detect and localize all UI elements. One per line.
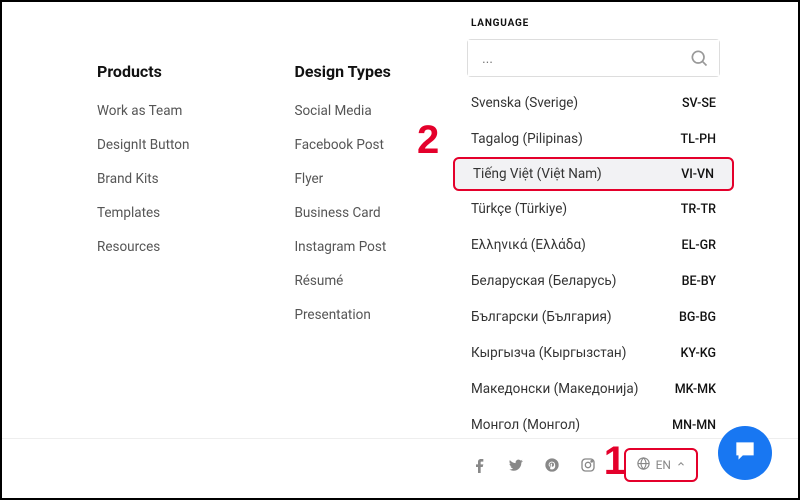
current-language-label: EN [656, 458, 671, 472]
language-code: BE-BY [682, 274, 716, 289]
instagram-icon[interactable] [574, 451, 602, 479]
language-code: MK-MK [675, 382, 716, 397]
language-code: TR-TR [681, 202, 716, 217]
language-option[interactable]: Кыргызча (Кыргызстан) KY-KG [451, 335, 736, 371]
design-types-link[interactable]: Presentation [294, 307, 390, 323]
design-types-link[interactable]: Résumé [294, 273, 390, 289]
search-icon [689, 48, 709, 72]
chat-fab-button[interactable] [718, 426, 772, 480]
language-label: Кыргызча (Кыргызстан) [471, 345, 626, 361]
language-label: Tiếng Việt (Việt Nam) [473, 166, 602, 182]
design-types-heading: Design Types [294, 62, 390, 81]
bottom-bar: EN [2, 438, 798, 490]
language-label: Tagalog (Pilipinas) [471, 131, 583, 147]
language-code: MN-MN [672, 418, 716, 433]
twitter-icon[interactable] [502, 451, 530, 479]
language-option-highlighted[interactable]: Tiếng Việt (Việt Nam) VI-VN [453, 157, 734, 191]
language-label: Македонски (Македонија) [471, 381, 638, 397]
language-option[interactable]: Svenska (Sverige) SV-SE [451, 85, 736, 121]
pinterest-icon[interactable] [538, 451, 566, 479]
products-link[interactable]: DesignIt Button [97, 137, 189, 153]
design-types-link[interactable]: Facebook Post [294, 137, 390, 153]
language-label: Беларуская (Беларусь) [471, 273, 616, 289]
language-label: Türkçe (Türkiye) [471, 201, 567, 217]
language-panel-header: LANGUAGE [451, 14, 736, 39]
language-label: Ελληνικά (Ελλάδα) [471, 237, 586, 253]
language-option[interactable]: Tagalog (Pilipinas) TL-PH [451, 121, 736, 157]
language-code: EL-GR [682, 238, 716, 253]
globe-icon [636, 456, 651, 474]
language-option[interactable]: Türkçe (Türkiye) TR-TR [451, 191, 736, 227]
language-code: SV-SE [682, 96, 716, 111]
language-search[interactable] [467, 39, 720, 77]
products-link[interactable]: Resources [97, 239, 189, 255]
language-label: Svenska (Sverige) [471, 95, 578, 111]
language-option[interactable]: Македонски (Македонија) MK-MK [451, 371, 736, 407]
products-link[interactable]: Work as Team [97, 103, 189, 119]
annotation-1: 1 [604, 439, 626, 484]
products-link[interactable]: Brand Kits [97, 171, 189, 187]
language-option[interactable]: Беларуская (Беларусь) BE-BY [451, 263, 736, 299]
language-panel: LANGUAGE Svenska (Sverige) SV-SE Tagalog… [451, 6, 736, 443]
design-types-column: Design Types Social Media Facebook Post … [294, 62, 390, 341]
language-option[interactable]: Български (България) BG-BG [451, 299, 736, 335]
chat-icon [732, 438, 758, 468]
facebook-icon[interactable] [466, 451, 494, 479]
language-code: BG-BG [679, 310, 716, 325]
design-types-link[interactable]: Social Media [294, 103, 390, 119]
annotation-2: 2 [417, 118, 439, 163]
language-label: Монгол (Монгол) [471, 417, 580, 433]
language-code: KY-KG [681, 346, 716, 361]
language-toggle-button[interactable]: EN [624, 448, 698, 482]
language-list: Svenska (Sverige) SV-SE Tagalog (Pilipin… [451, 85, 736, 443]
language-option[interactable]: Ελληνικά (Ελλάδα) EL-GR [451, 227, 736, 263]
products-column: Products Work as Team DesignIt Button Br… [97, 62, 189, 341]
design-types-link[interactable]: Instagram Post [294, 239, 390, 255]
products-heading: Products [97, 62, 189, 81]
language-code: TL-PH [681, 132, 716, 147]
chevron-up-icon [676, 458, 686, 472]
language-search-input[interactable] [468, 40, 719, 76]
design-types-link[interactable]: Business Card [294, 205, 390, 221]
design-types-link[interactable]: Flyer [294, 171, 390, 187]
language-code: VI-VN [681, 167, 714, 182]
products-link[interactable]: Templates [97, 205, 189, 221]
language-label: Български (България) [471, 309, 612, 325]
